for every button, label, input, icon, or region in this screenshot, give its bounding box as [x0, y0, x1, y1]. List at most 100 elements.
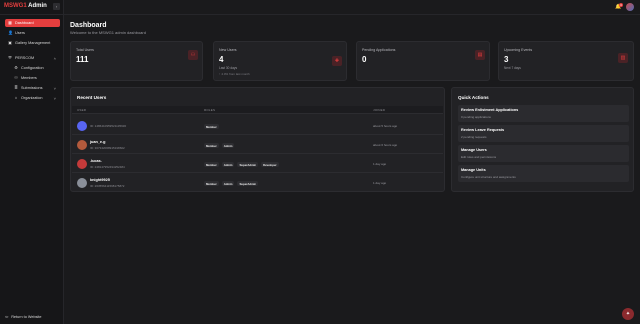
user-id: ID: 263556411598175872: [90, 184, 125, 188]
role-badge: SuperAdmin: [237, 181, 259, 187]
quick-action-title: Review Enlistment Applications: [461, 108, 519, 112]
role-badge: Member: [204, 162, 219, 168]
stat-trend: ↑ 4.0% from last month: [219, 72, 250, 76]
quick-action-desc: Edit roles and permissions: [461, 154, 497, 159]
stat-meta: Last 30 days: [219, 66, 238, 70]
role-badge: Admin: [221, 181, 235, 187]
page-title: Dashboard: [70, 22, 107, 29]
stat-card-pending-applications: Pending Applications 0 ▤: [356, 41, 490, 81]
brand-suffix: Admin: [26, 3, 47, 9]
sidebar-item-organization[interactable]: ⌂ Organization ˅: [11, 94, 60, 102]
avatar: [77, 159, 87, 169]
exit-icon: ⇦: [5, 315, 9, 319]
avatar: [77, 140, 87, 150]
gear-icon: ⚙: [14, 65, 18, 70]
quick-actions-title: Quick Actions: [458, 95, 489, 100]
user-id: ID: 248147952494252484: [90, 165, 125, 169]
avatar: [77, 178, 87, 188]
role-badge: Developer: [261, 162, 279, 168]
document-icon: ▤: [475, 50, 485, 60]
page-subtitle: Welcome to the MSWG1 admin dashboard: [70, 30, 146, 35]
notifications-button[interactable]: 🔔 3: [615, 2, 623, 11]
user-plus-icon: ✚: [332, 56, 342, 66]
quick-action-leave-requests[interactable]: Review Leave Requests 2 pending requests: [458, 125, 629, 142]
collapse-sidebar-button[interactable]: ‹: [53, 3, 60, 10]
topbar-actions: 🔔 3: [615, 2, 634, 11]
sidebar-item-label: Users: [15, 31, 25, 35]
column-joined: JOINED: [373, 108, 386, 112]
sidebar-item-users[interactable]: 👤 Users: [5, 29, 60, 37]
user-id: ID: 1486410959521135930: [90, 124, 127, 128]
joined-time: about 6 hours ago: [373, 143, 398, 147]
role-badge: Member: [204, 143, 219, 149]
username: .lucas.: [90, 159, 102, 163]
joined-time: 1 day ago: [373, 162, 387, 166]
stat-label: New Users: [219, 48, 237, 52]
users-icon: 👤: [8, 30, 13, 35]
chat-icon: ✦: [625, 311, 631, 317]
floating-action-button[interactable]: ✦: [622, 308, 634, 320]
sidebar-item-label: PERSCOM: [15, 56, 35, 60]
sidebar-item-submissions[interactable]: ≣ Submissions ˅: [11, 84, 60, 92]
table-row[interactable]: ID: 1486410959521135930 Member about 5 h…: [72, 117, 443, 135]
quick-action-title: Manage Units: [461, 168, 486, 172]
sidebar-item-gallery[interactable]: ▣ Gallery Management: [5, 39, 60, 47]
stat-card-total-users: Total Users 111 ⚇: [70, 41, 203, 81]
sidebar-item-members[interactable]: ⚇ Members: [11, 74, 60, 82]
quick-action-desc: 2 pending requests: [461, 134, 487, 139]
quick-action-manage-users[interactable]: Manage Users Edit roles and permissions: [458, 145, 629, 162]
sidebar-item-label: Gallery Management: [15, 41, 51, 45]
stat-card-upcoming-events: Upcoming Events 3 Next 7 days ▥: [498, 41, 634, 81]
brand-prefix: MSWG1: [4, 3, 27, 9]
recent-users-title: Recent Users: [77, 95, 107, 100]
shield-icon: ⛨: [8, 55, 12, 60]
joined-time: about 5 hours ago: [373, 124, 398, 128]
quick-action-enlistment[interactable]: Review Enlistment Applications 0 pending…: [458, 105, 629, 122]
table-row[interactable]: knight9925 ID: 263556411598175872 Member…: [72, 174, 443, 192]
role-badge: Admin: [221, 162, 235, 168]
stat-label: Pending Applications: [362, 48, 396, 52]
role-badge: Admin: [221, 143, 235, 149]
avatar: [77, 121, 87, 131]
column-roles: ROLES: [204, 108, 216, 112]
quick-action-desc: 0 pending applications: [461, 114, 491, 119]
stat-card-new-users: New Users 4 Last 30 days ↑ 4.0% from las…: [213, 41, 347, 81]
chevron-left-icon: ‹: [55, 4, 58, 9]
users-icon: ⚇: [188, 50, 198, 60]
stat-meta: Next 7 days: [504, 66, 521, 70]
stat-label: Total Users: [76, 48, 94, 52]
role-badge: Member: [204, 124, 219, 130]
table-row[interactable]: .lucas. ID: 248147952494252484 Member Ad…: [72, 155, 443, 173]
organization-icon: ⌂: [14, 95, 18, 100]
quick-action-manage-units[interactable]: Manage Units Configure unit structure an…: [458, 165, 629, 182]
quick-action-desc: Configure unit structure and assignments: [461, 174, 516, 179]
submissions-icon: ≣: [14, 85, 18, 90]
recent-users-panel: Recent Users USER ROLES JOINED ID: 14864…: [70, 87, 445, 192]
members-icon: ⚇: [14, 75, 18, 80]
quick-action-title: Manage Users: [461, 148, 487, 152]
table-row[interactable]: juan_e.g ID: 307342068915318602 Member A…: [72, 136, 443, 154]
sidebar-item-label: Submissions: [21, 86, 43, 90]
calendar-icon: ▥: [618, 53, 628, 63]
chevron-down-icon: ˅: [53, 95, 56, 101]
return-to-website-link[interactable]: ⇦ Return to Website: [5, 314, 42, 320]
sidebar-item-configuration[interactable]: ⚙ Configuration: [11, 64, 60, 72]
username: juan_e.g: [90, 140, 106, 144]
joined-time: 1 day ago: [373, 181, 387, 185]
dashboard-icon: ▦: [8, 20, 12, 25]
user-avatar[interactable]: [626, 3, 634, 11]
stat-value: 0: [362, 55, 367, 64]
role-badge: SuperAdmin: [237, 162, 259, 168]
chevron-down-icon: ˅: [53, 85, 56, 91]
brand-logo[interactable]: MSWG1 Admin: [4, 3, 47, 9]
sidebar-item-label: Members: [21, 76, 37, 80]
sidebar-item-dashboard[interactable]: ▦ Dashboard: [5, 19, 60, 27]
return-label: Return to Website: [11, 314, 42, 319]
username: knight9925: [90, 178, 110, 182]
sidebar-item-perscom[interactable]: ⛨ PERSCOM ˄: [5, 54, 60, 62]
stat-label: Upcoming Events: [504, 48, 533, 52]
stat-value: 4: [219, 55, 224, 64]
chevron-up-icon: ˄: [53, 55, 56, 61]
sidebar: MSWG1 Admin ‹ ▦ Dashboard 👤 Users ▣ Gallery…: [0, 0, 64, 324]
quick-actions-panel: Quick Actions Review Enlistment Applicat…: [451, 87, 634, 192]
